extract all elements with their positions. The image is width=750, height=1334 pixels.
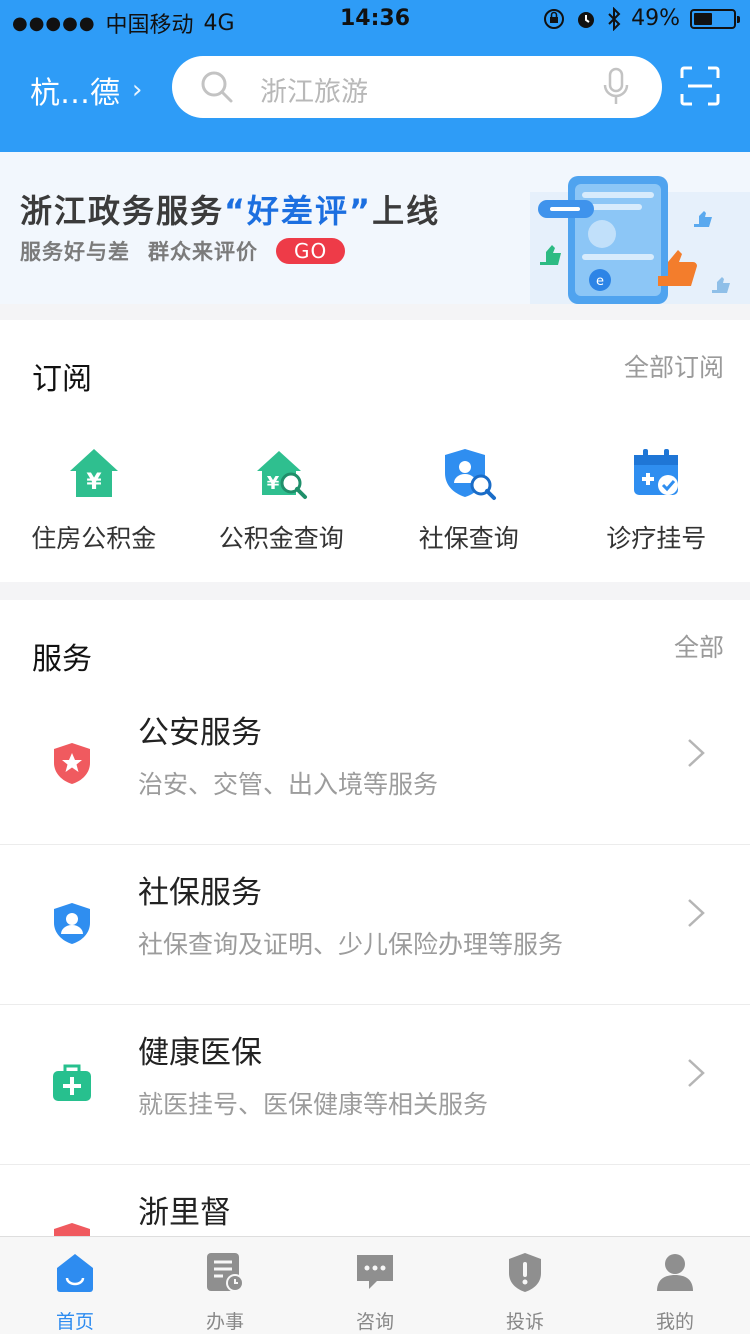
search-icon [201, 71, 233, 103]
chevron-right-icon: › [132, 75, 143, 105]
status-bar: ●●●●● 中国移动 4G 14:36 49% [0, 0, 750, 42]
service-desc: 治安、交管、出入境等服务 [138, 770, 439, 799]
scan-icon[interactable] [680, 66, 720, 106]
service-title: 健康医保 [138, 1035, 262, 1071]
profile-icon [657, 1254, 693, 1291]
chat-icon [357, 1255, 393, 1289]
tab-profile[interactable]: 我的 [600, 1237, 750, 1334]
subscription-section: 订阅 全部订阅 ¥ 住房公积金 ¥ 公积金查询 社保查询 诊疗挂号 [0, 320, 750, 582]
service-desc: 社保查询及证明、少儿保险办理等服务 [138, 930, 564, 959]
subscription-item-fund-query[interactable]: ¥ 公积金查询 [188, 445, 376, 555]
subscription-item-social-security-query[interactable]: 社保查询 [375, 445, 563, 555]
microphone-icon[interactable] [602, 67, 630, 107]
search-bar[interactable]: 浙江旅游 [172, 56, 662, 118]
banner-title: 浙江政务服务“好差评”上线 [20, 186, 440, 232]
tab-label: 我的 [655, 1311, 694, 1333]
subscription-label: 公积金查询 [218, 524, 344, 553]
banner-subtitle-b: 群众来评价 [148, 240, 258, 264]
orientation-lock-icon [544, 8, 565, 29]
city-label: 杭…德 [30, 76, 120, 111]
service-title: 公安服务 [138, 715, 262, 751]
battery-icon [690, 8, 740, 29]
tab-consult[interactable]: 咨询 [300, 1237, 450, 1334]
svg-text:¥: ¥ [86, 470, 102, 495]
service-title: 社保服务 [138, 875, 262, 911]
service-title: 浙里督 [138, 1195, 231, 1231]
subscription-title: 订阅 [32, 362, 92, 397]
police-badge-icon [54, 743, 90, 784]
all-subscriptions-link[interactable]: 全部订阅 [624, 348, 724, 384]
promo-banner[interactable]: 浙江政务服务“好差评”上线 服务好与差 群众来评价 GO e [0, 152, 750, 304]
task-icon [207, 1253, 244, 1292]
subscription-item-medical-appointment[interactable]: 诊疗挂号 [563, 445, 750, 555]
tab-home[interactable]: 首页 [0, 1237, 150, 1334]
house-yuan-icon: ¥ [69, 449, 118, 497]
banner-title-highlight: “好差评” [224, 192, 373, 230]
bluetooth-icon [608, 6, 621, 31]
subscription-item-housing-fund[interactable]: ¥ 住房公积金 [0, 445, 188, 555]
service-row-social-security[interactable]: 社保服务 社保查询及证明、少儿保险办理等服务 [0, 845, 750, 1005]
chevron-right-icon [688, 1059, 705, 1087]
banner-subtitle-a: 服务好与差 [20, 240, 130, 264]
svg-text:¥: ¥ [267, 473, 280, 494]
subscription-grid: ¥ 住房公积金 ¥ 公积金查询 社保查询 诊疗挂号 [0, 445, 750, 555]
services-section: 服务 全部 公安服务 治安、交管、出入境等服务 社保服务 社保查询及证明、少儿保… [0, 600, 750, 1264]
service-row-health[interactable]: 健康医保 就医挂号、医保健康等相关服务 [0, 1005, 750, 1165]
service-desc: 就医挂号、医保健康等相关服务 [138, 1090, 489, 1119]
banner-go-button[interactable]: GO [276, 238, 346, 264]
complaint-icon [509, 1253, 541, 1292]
subscription-label: 诊疗挂号 [606, 524, 707, 553]
chevron-right-icon [688, 739, 705, 767]
tab-label: 投诉 [505, 1311, 544, 1333]
banner-subtitle: 服务好与差 群众来评价 GO [20, 236, 346, 266]
top-header: ●●●●● 中国移动 4G 14:36 49% 杭…德 › 浙江旅游 [0, 0, 750, 152]
tab-complaint[interactable]: 投诉 [450, 1237, 600, 1334]
city-selector[interactable]: 杭…德 › [30, 68, 142, 112]
alarm-icon [578, 11, 595, 28]
house-search-icon: ¥ [257, 451, 308, 499]
home-icon [57, 1254, 93, 1292]
chevron-right-icon [688, 899, 705, 927]
tab-label: 首页 [55, 1311, 94, 1333]
svg-text:e: e [596, 274, 604, 289]
all-services-link[interactable]: 全部 [674, 628, 724, 664]
banner-title-pre: 浙江政务服务 [20, 192, 225, 230]
battery-percent: 49% [631, 6, 680, 31]
tab-tasks[interactable]: 办事 [150, 1237, 300, 1334]
service-row-police[interactable]: 公安服务 治安、交管、出入境等服务 [0, 685, 750, 845]
subscription-label: 社保查询 [418, 524, 519, 553]
subscription-label: 住房公积金 [31, 524, 157, 553]
tab-label: 咨询 [355, 1311, 394, 1333]
shield-search-icon [444, 449, 496, 500]
user-shield-icon [54, 903, 90, 944]
bottom-tab-bar: 首页 办事 咨询 投诉 我的 [0, 1236, 750, 1334]
tab-label: 办事 [205, 1311, 244, 1333]
medical-kit-icon [53, 1064, 91, 1101]
services-title: 服务 [32, 642, 92, 677]
search-placeholder: 浙江旅游 [260, 77, 368, 108]
calendar-check-icon [634, 449, 679, 495]
banner-title-post: 上线 [372, 192, 441, 230]
banner-phone-illustration: e [530, 176, 750, 304]
